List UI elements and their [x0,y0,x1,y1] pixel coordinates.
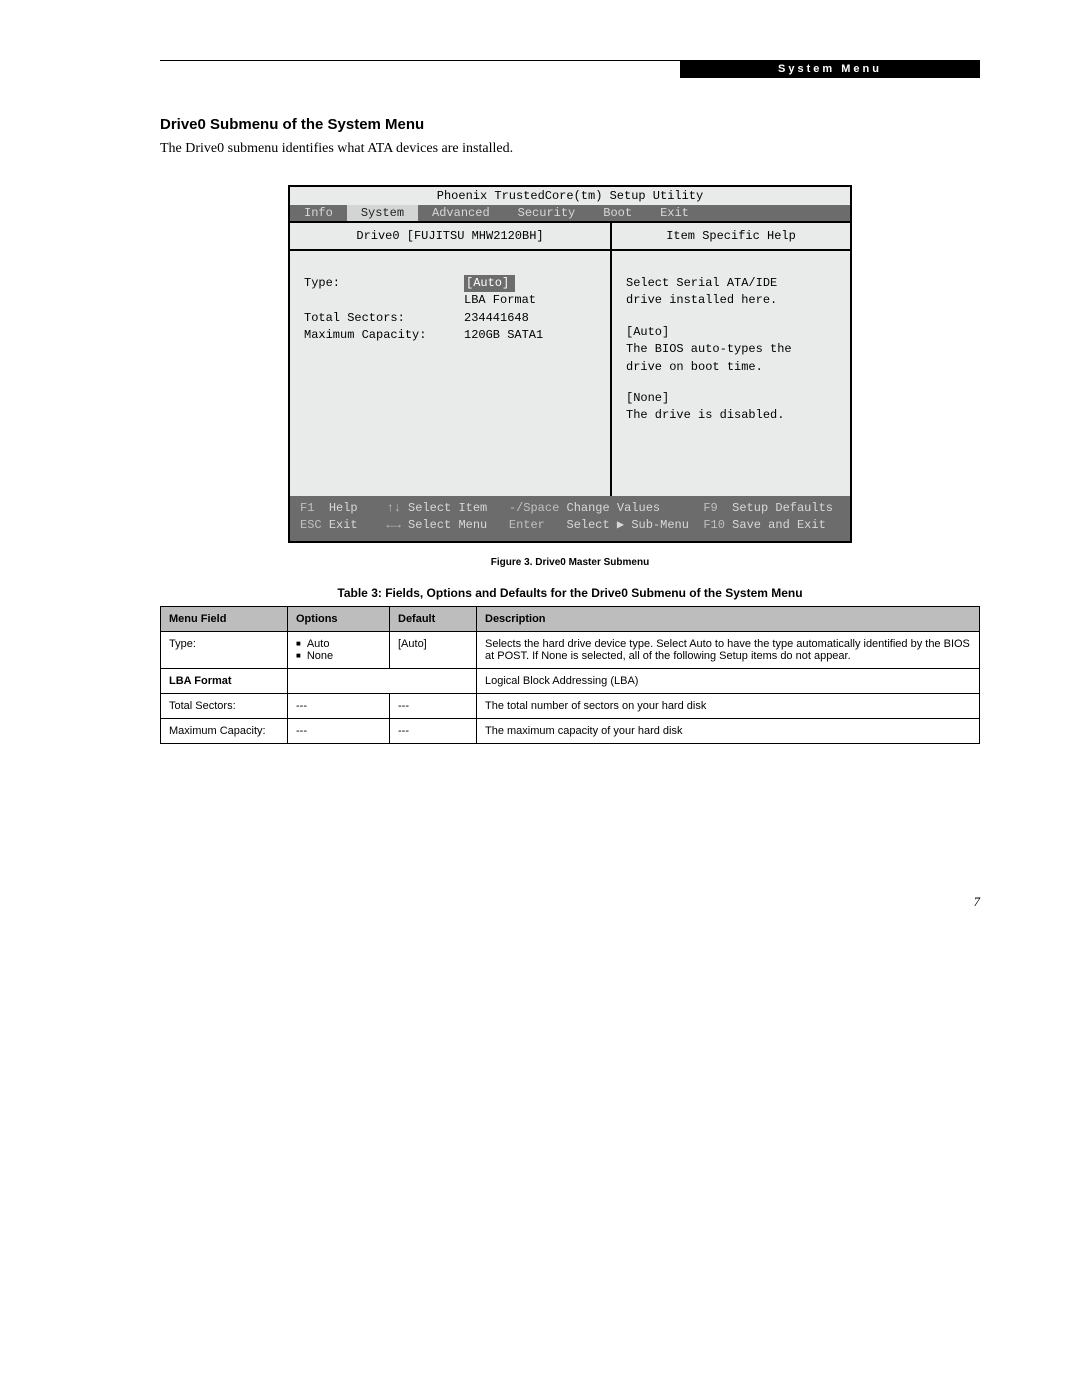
table-caption: Table 3: Fields, Options and Defaults fo… [160,586,980,600]
bios-field-capacity-value: 120GB SATA1 [464,327,543,344]
bios-screenshot: Phoenix TrustedCore(tm) Setup Utility In… [288,185,852,543]
bios-tab-info[interactable]: Info [290,205,347,221]
bios-help-line: Select Serial ATA/IDE [626,275,836,292]
bios-sub-header-left: Drive0 [FUJITSU MHW2120BH] [290,221,610,251]
section-title: Drive0 Submenu of the System Menu [160,116,980,133]
table-row: Total Sectors: --- --- The total number … [161,693,980,718]
bios-field-lba-format: LBA Format [464,292,536,309]
table-cell-field: LBA Format [161,668,288,693]
bios-help-panel: Select Serial ATA/IDE drive installed he… [612,251,850,496]
top-rule: System Menu [160,60,980,61]
bios-help-line: drive installed here. [626,292,836,309]
table-cell-default: [Auto] [390,631,477,668]
table-cell-desc: The total number of sectors on your hard… [477,693,980,718]
table-cell-desc: Logical Block Addressing (LBA) [477,668,980,693]
bios-sub-header-right: Item Specific Help [612,221,850,251]
bios-help-line: [None] [626,390,836,407]
option-item: Auto [296,638,381,650]
bios-menu: Info System Advanced Security Boot Exit [290,205,850,221]
table-header: Options [288,606,390,631]
section-header-bar: System Menu [680,60,980,78]
bios-footer: F1 Help ↑↓ Select Item -/Space Change Va… [290,496,850,541]
table-cell-default: --- [390,693,477,718]
table-row: Type: Auto None [Auto] Selects the hard … [161,631,980,668]
fields-table: Menu Field Options Default Description T… [160,606,980,744]
figure-caption: Figure 3. Drive0 Master Submenu [160,557,980,568]
table-header-row: Menu Field Options Default Description [161,606,980,631]
table-cell-field: Type: [161,631,288,668]
bios-field-sectors-value: 234441648 [464,310,529,327]
bios-field-capacity-label: Maximum Capacity: [304,327,464,344]
bios-title: Phoenix TrustedCore(tm) Setup Utility [290,187,850,205]
bios-field-type-label: Type: [304,275,464,292]
table-cell-options: --- [288,693,390,718]
bios-help-line: The drive is disabled. [626,407,836,424]
page-number: 7 [160,894,980,910]
bios-tab-advanced[interactable]: Advanced [418,205,504,221]
bios-tab-exit[interactable]: Exit [646,205,703,221]
table-cell-default: --- [390,718,477,743]
table-row: Maximum Capacity: --- --- The maximum ca… [161,718,980,743]
option-item: None [296,650,381,662]
table-cell-empty [288,668,477,693]
bios-tab-system[interactable]: System [347,205,418,221]
bios-tab-boot[interactable]: Boot [589,205,646,221]
table-cell-options: --- [288,718,390,743]
table-row: LBA Format Logical Block Addressing (LBA… [161,668,980,693]
table-cell-field: Total Sectors: [161,693,288,718]
section-intro: The Drive0 submenu identifies what ATA d… [160,141,980,157]
bios-field-sectors-label: Total Sectors: [304,310,464,327]
bios-tab-security[interactable]: Security [504,205,590,221]
bios-help-line: drive on boot time. [626,359,836,376]
table-cell-options: Auto None [288,631,390,668]
table-cell-desc: The maximum capacity of your hard disk [477,718,980,743]
table-header: Default [390,606,477,631]
table-cell-field: Maximum Capacity: [161,718,288,743]
table-header: Menu Field [161,606,288,631]
bios-help-line: The BIOS auto-types the [626,341,836,358]
table-header: Description [477,606,980,631]
bios-field-type-value[interactable]: [Auto] [464,275,515,292]
bios-help-line: [Auto] [626,324,836,341]
table-cell-desc: Selects the hard drive device type. Sele… [477,631,980,668]
